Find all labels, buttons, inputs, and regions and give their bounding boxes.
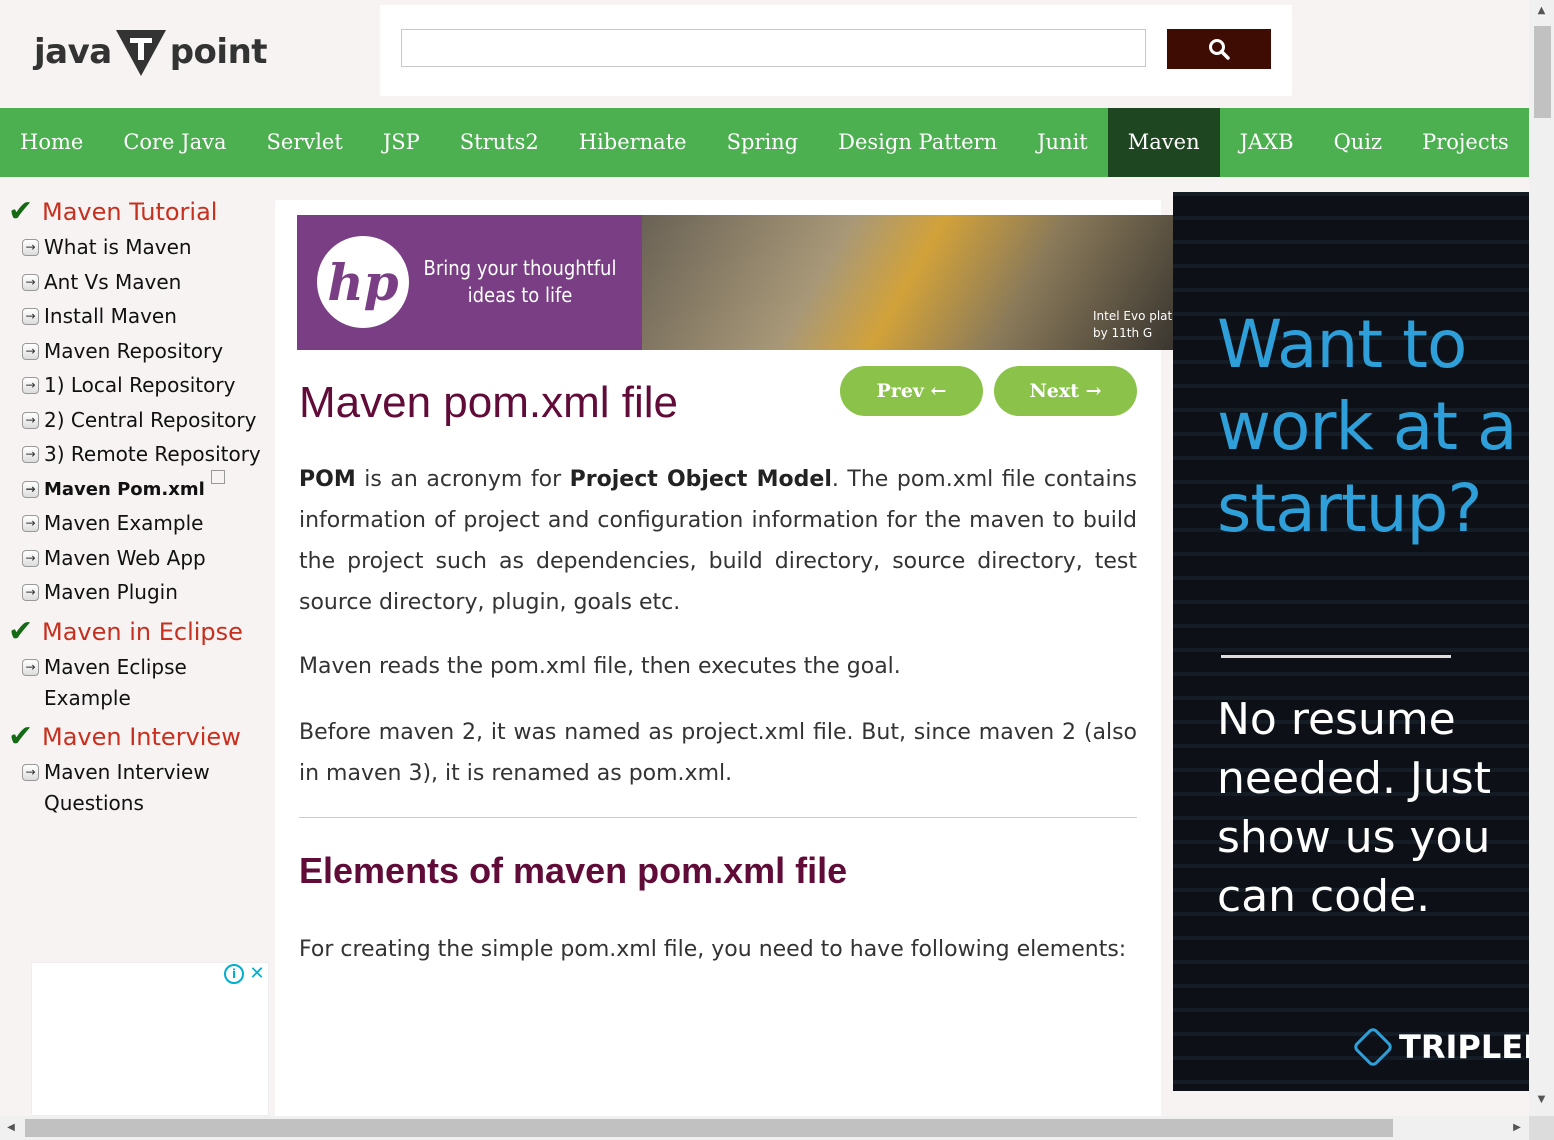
- banner-left: hp Bring your thoughtful ideas to life: [297, 215, 642, 350]
- horizontal-scrollbar[interactable]: ◀ ▶: [0, 1116, 1529, 1140]
- arrow-right-icon: →: [22, 584, 39, 601]
- sidebar-section-header: ✔ Maven Tutorial: [8, 194, 218, 229]
- sidebar-item-maven-pom-xml[interactable]: → Maven Pom.xml: [0, 469, 275, 505]
- paragraph-2: Maven reads the pom.xml file, then execu…: [299, 654, 901, 679]
- banner-text: Bring your thoughtful ideas to life: [423, 256, 617, 307]
- sidebar-item-install-maven[interactable]: → Install Maven: [0, 301, 275, 332]
- nav-maven[interactable]: Maven: [1107, 108, 1220, 177]
- vertical-scroll-thumb[interactable]: [1534, 26, 1551, 118]
- horizontal-scroll-thumb[interactable]: [25, 1119, 1393, 1137]
- right-ad[interactable]: Want to work at a startup? No resume nee…: [1173, 192, 1529, 1091]
- sidebar-item-maven-plugin[interactable]: → Maven Plugin: [0, 577, 275, 608]
- search-icon: [1209, 39, 1230, 60]
- sidebar-item-ant-vs-maven[interactable]: → Ant Vs Maven: [0, 267, 275, 298]
- ad-brand: TRIPLEB: [1351, 1025, 1529, 1069]
- sidebar-item-local-repository[interactable]: → 1) Local Repository: [0, 370, 275, 401]
- sidebar-item-maven-repository[interactable]: → Maven Repository: [0, 336, 275, 367]
- arrow-right-icon: →: [22, 308, 39, 325]
- sidebar-ad: i ✕: [31, 962, 269, 1116]
- nav-quiz[interactable]: Quiz: [1314, 108, 1403, 177]
- scroll-up-icon[interactable]: ▲: [1536, 6, 1547, 16]
- scroll-down-icon[interactable]: ▼: [1536, 1095, 1547, 1105]
- scroll-left-icon[interactable]: ◀: [6, 1122, 16, 1134]
- arrow-right-icon: →: [22, 411, 39, 429]
- arrow-right-icon: →: [22, 658, 39, 676]
- site-header: java point: [0, 0, 1529, 108]
- external-link-icon: [210, 469, 225, 484]
- sidebar-section-header: ✔ Maven Interview: [8, 719, 241, 754]
- arrow-right-icon: →: [22, 764, 39, 781]
- nav-hibernate[interactable]: Hibernate: [559, 108, 707, 177]
- nav-struts2[interactable]: Struts2: [440, 108, 559, 177]
- search-button[interactable]: [1167, 29, 1271, 69]
- sidebar-item-maven-eclipse-example[interactable]: → Maven Eclipse Example: [0, 652, 275, 714]
- arrow-right-icon: →: [22, 273, 39, 291]
- bold-pom: POM: [299, 467, 356, 492]
- banner-image: Intel Evo plat by 11th G: [642, 215, 1173, 350]
- divider: [299, 817, 1137, 818]
- nav-projects[interactable]: Projects: [1402, 108, 1529, 177]
- checkmark-icon: ✔: [8, 194, 34, 229]
- nav-junit[interactable]: Junit: [1017, 108, 1108, 177]
- ad-body: No resume needed. Just show us you can c…: [1217, 694, 1491, 922]
- arrow-right-icon: →: [22, 515, 39, 532]
- nav-jsp[interactable]: JSP: [363, 108, 440, 177]
- arrow-right-icon: →: [22, 342, 39, 360]
- nav-spring[interactable]: Spring: [707, 108, 819, 177]
- search-input[interactable]: [401, 29, 1146, 67]
- hp-banner-ad[interactable]: hp Bring your thoughtful ideas to life I…: [297, 215, 1173, 350]
- arrow-right-icon: →: [22, 239, 39, 256]
- checkmark-icon: ✔: [8, 719, 34, 754]
- sidebar-item-maven-example[interactable]: → Maven Example: [0, 508, 275, 539]
- nav-servlet[interactable]: Servlet: [247, 108, 363, 177]
- paragraph-4: For creating the simple pom.xml file, yo…: [299, 937, 1127, 962]
- logo-t-icon: [115, 30, 166, 76]
- search-bar: [380, 5, 1292, 96]
- ad-close-icon[interactable]: ✕: [247, 964, 267, 984]
- nav-home[interactable]: Home: [0, 108, 103, 177]
- vertical-scrollbar[interactable]: ▲ ▼: [1529, 0, 1554, 1116]
- paragraph-3: Before maven 2, it was named as project.…: [299, 720, 1137, 786]
- tripleb-logo-icon: [1351, 1025, 1395, 1069]
- ad-info-icon[interactable]: i: [224, 964, 244, 984]
- sidebar-section-header: ✔ Maven in Eclipse: [8, 613, 243, 649]
- sidebar-item-maven-web-app[interactable]: → Maven Web App: [0, 543, 275, 574]
- arrow-right-icon: →: [22, 549, 39, 567]
- checkmark-icon: ✔: [8, 613, 34, 649]
- sidebar: ✔ Maven Tutorial → What is Maven → Ant Vs …: [0, 192, 275, 823]
- next-button[interactable]: Next →: [994, 366, 1137, 416]
- ad-headline: Want to work at a startup?: [1217, 306, 1517, 547]
- scrollbar-corner: [1529, 1116, 1554, 1140]
- arrow-right-icon: →: [22, 446, 39, 463]
- banner-small-text: Intel Evo plat by 11th G: [1093, 309, 1173, 340]
- main-content: hp Bring your thoughtful ideas to life I…: [275, 200, 1173, 1116]
- site-logo[interactable]: java point: [34, 24, 268, 80]
- intro-paragraph: POM is an acronym for Project Object Mod…: [299, 467, 1137, 615]
- logo-point: point: [169, 32, 268, 72]
- sidebar-item-central-repository[interactable]: → 2) Central Repository: [0, 405, 275, 436]
- sidebar-item-what-is-maven[interactable]: → What is Maven: [0, 232, 275, 263]
- arrow-right-icon: →: [22, 377, 39, 394]
- nav-jaxb[interactable]: JAXB: [1220, 108, 1314, 177]
- nav-design-pattern[interactable]: Design Pattern: [818, 108, 1017, 177]
- bold-project-object-model: Project Object Model: [569, 467, 832, 492]
- scroll-right-icon[interactable]: ▶: [1512, 1122, 1522, 1134]
- sidebar-item-remote-repository[interactable]: → 3) Remote Repository: [0, 439, 275, 470]
- nav-core-java[interactable]: Core Java: [103, 108, 246, 177]
- page-title: Maven pom.xml file: [299, 378, 679, 427]
- hp-logo: hp: [317, 236, 409, 328]
- arrow-right-icon: →: [22, 480, 39, 498]
- main-nav: Home Core Java Servlet JSP Struts2 Hiber…: [0, 108, 1529, 177]
- ad-divider: [1221, 655, 1451, 658]
- logo-java: java: [34, 32, 112, 72]
- prev-button[interactable]: Prev ←: [840, 366, 983, 416]
- section-title: Elements of maven pom.xml file: [299, 850, 848, 891]
- sidebar-item-maven-interview-questions[interactable]: → Maven Interview Questions: [0, 757, 240, 819]
